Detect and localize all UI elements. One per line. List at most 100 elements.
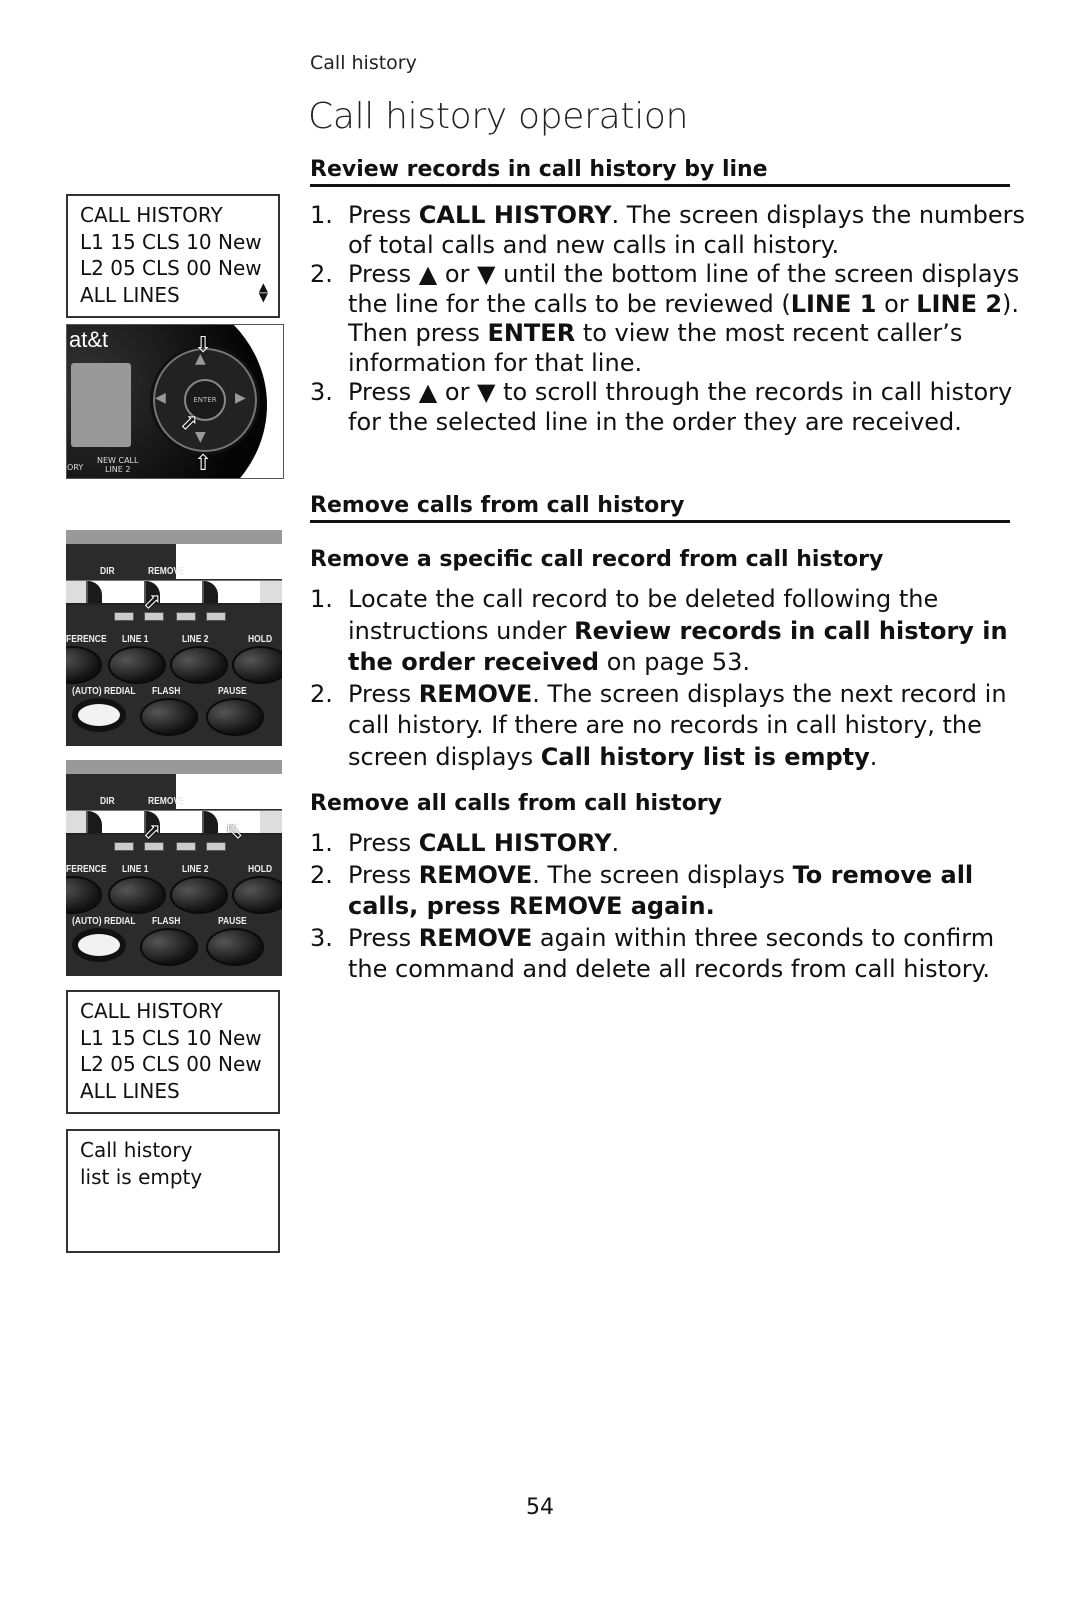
dir-label: DIR [100,796,115,807]
remove-label: REMOVE [148,796,185,807]
step-text: Press [348,829,419,857]
softkey-1[interactable] [86,581,144,603]
lcd-empty-message: Call history list is empty [66,1129,280,1253]
dir-label: DIR [100,566,115,577]
navpad-illustration: at&t ENTER ▲ ▼ ◀ ▶ ⇩ ⇧ ⇧ ORY NEW CALL LIN… [66,324,284,479]
display-window [71,363,131,447]
remove-all-heading: Remove all calls from call history [310,791,722,816]
keypad-illustration-remove: DIR REMOVE FERENCE LINE 1 LINE 2 HOLD (AUTO) R… [66,530,282,746]
emphasis-text: REMOVE [418,860,533,889]
step-number: 1. [310,829,333,857]
conference-button[interactable] [66,646,102,684]
step-number: 2. [310,260,333,288]
lcd-call-history: CALL HISTORY L1 15 CLS 10 New L2 05 CLS … [66,990,280,1114]
step-text: or [876,289,917,318]
step-number: 2. [310,679,333,708]
flash-button[interactable] [140,698,198,736]
hold-button[interactable] [232,876,282,914]
display-area [176,544,282,579]
lcd-line: list is empty [80,1164,203,1189]
display-area [176,774,282,809]
page-title: Call history operation [308,96,689,137]
lcd-line: ALL LINES [80,1078,180,1103]
page-number: 54 [526,1495,554,1520]
lcd-line: L2 05 CLS 00 New [80,1052,262,1076]
pause-label: PAUSE [218,916,247,927]
conference-button[interactable] [66,876,102,914]
section-label: Call history [310,52,417,74]
lcd-line: L1 15 CLS 10 New [80,229,262,254]
pause-label: PAUSE [218,686,247,697]
pointer-arrow-up-icon: ⇧ [194,451,213,476]
review-steps: 1. Press CALL HISTORY. The screen display… [310,201,1030,437]
led-indicator [176,842,196,851]
emphasis-text: CALL HISTORY [418,829,612,857]
flash-label: FLASH [152,916,181,927]
remove-label: REMOVE [148,566,185,577]
review-heading: Review records in call history by line [310,157,1010,187]
led-indicator [176,612,196,621]
step-text: . The screen displays [532,860,793,889]
flash-button[interactable] [140,928,198,966]
step-number: 1. [310,201,333,229]
lcd-line: L1 15 CLS 10 New [80,1025,262,1050]
softkey-1[interactable] [86,811,144,833]
list-item: 1. Press CALL HISTORY. [310,828,1030,860]
redial-label: (AUTO) REDIAL [72,686,136,697]
remove-specific-heading: Remove a specific call record from call … [310,547,884,572]
step-text: . [611,829,620,857]
line2-label: LINE 2 [182,634,209,645]
right-arrow-icon[interactable]: ▶ [235,390,246,406]
step-text: Press [348,201,419,229]
redial-button[interactable] [72,698,126,732]
redial-label: (AUTO) REDIAL [72,916,136,927]
step-number: 1. [310,585,333,613]
line1-label: LINE 1 [122,864,149,875]
step-number: 2. [310,860,333,889]
list-item: 3. Press REMOVE again within three second… [310,923,1030,986]
down-arrow-icon[interactable]: ▼ [195,429,206,445]
step-text: . [869,742,878,771]
line1-button[interactable] [108,646,166,684]
lcd-line: CALL HISTORY [80,203,223,227]
conference-label: FERENCE [66,634,107,645]
pause-button[interactable] [206,928,264,966]
step-text: on page 53. [599,648,750,676]
lcd-line: Call history [80,1138,193,1162]
lcd-line: L2 05 CLS 00 New [80,256,262,280]
remove-heading: Remove calls from call history [310,493,1010,523]
att-logo: at&t [69,327,109,352]
line2-button[interactable] [170,876,228,914]
line2-button[interactable] [170,646,228,684]
line1-label: LINE 1 [122,634,149,645]
step-text: Press [348,860,419,889]
left-arrow-icon[interactable]: ◀ [155,390,166,406]
led-indicator [114,612,134,621]
hold-label: HOLD [248,864,273,875]
hold-button[interactable] [232,646,282,684]
softkey-3[interactable] [202,581,260,603]
softkey-strip [66,580,282,605]
flash-label: FLASH [152,686,181,697]
led-indicator [206,612,226,621]
step-text: Press [348,923,419,952]
emphasis-text: CALL HISTORY [418,201,612,229]
keypad-illustration-remove-all: DIR REMOVE FERENCE LINE 1 LINE 2 HOLD (AUTO) R… [66,760,282,976]
led-indicator [114,842,134,851]
lcd-line: CALL HISTORY [80,999,223,1023]
list-item: 2. Press REMOVE. The screen displays the … [310,679,1030,774]
lcd-line: ALL LINES [80,282,180,307]
list-item: 1. Locate the call record to be deleted f… [310,584,1030,679]
top-bezel [66,530,282,544]
list-item: 3. Press ▲ or ▼ to scroll through the rec… [310,378,1030,437]
list-item: 2. Press ▲ or ▼ until the bottom line of … [310,260,1030,378]
pause-button[interactable] [206,698,264,736]
redial-button[interactable] [72,928,126,962]
list-item: 2. Press REMOVE. The screen displays To r… [310,860,1030,923]
top-bezel [66,760,282,774]
new-call-line2-label: NEW CALL LINE 2 [97,456,139,474]
line2-label: LINE 2 [182,864,209,875]
emphasis-text: REMOVE [418,679,533,708]
line1-button[interactable] [108,876,166,914]
up-down-arrow-icon: ▲ ▼ [258,280,268,304]
